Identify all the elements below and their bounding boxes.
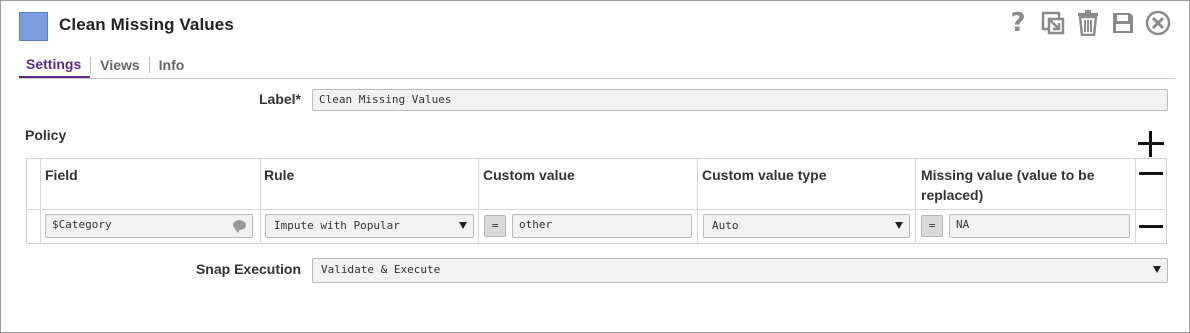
policy-section-title: Policy (25, 127, 67, 143)
custom-value-type-value: Auto (712, 219, 739, 232)
missing-value-input[interactable]: NA (949, 214, 1130, 238)
remove-header-row-icon[interactable] (1139, 172, 1163, 175)
label-field-label: Label* (258, 91, 301, 107)
export-icon[interactable] (1040, 9, 1066, 37)
close-icon[interactable] (1145, 9, 1171, 37)
chevron-down-icon (895, 222, 903, 229)
tab-underline-rule (19, 78, 1175, 79)
column-divider (915, 159, 916, 243)
custom-value-input[interactable]: other (512, 214, 692, 238)
chevron-down-icon (459, 222, 467, 229)
column-divider (478, 159, 479, 243)
column-header-custom-value: Custom value (483, 167, 575, 183)
tab-bar: Settings Views Info (19, 56, 193, 78)
policy-table: Field Rule Custom value Custom value typ… (26, 158, 1167, 244)
column-header-missing-value: Missing value (value to be replaced) (921, 167, 1095, 203)
snap-settings-dialog: Clean Missing Values ? Settings Views In… (0, 0, 1190, 333)
label-input[interactable]: Clean Missing Values (312, 89, 1168, 111)
snap-execution-select[interactable]: Validate & Execute (312, 258, 1168, 283)
custom-value-type-select[interactable]: Auto (703, 214, 910, 238)
rule-select[interactable]: Impute with Popular (265, 214, 474, 238)
tab-settings[interactable]: Settings (19, 56, 91, 78)
dialog-title: Clean Missing Values (59, 15, 234, 34)
snap-type-icon (19, 12, 48, 41)
column-divider (697, 159, 698, 243)
column-header-custom-value-type: Custom value type (702, 167, 827, 183)
column-divider (40, 159, 41, 243)
snap-execution-label: Snap Execution (195, 261, 301, 277)
remove-row-icon[interactable] (1139, 225, 1163, 228)
column-header-field: Field (45, 167, 78, 183)
missing-value-expression-toggle[interactable]: = (921, 215, 943, 237)
header-row-divider (27, 209, 1166, 210)
dialog-toolbar: ? (1005, 9, 1171, 37)
column-divider (260, 159, 261, 243)
custom-value-expression-toggle[interactable]: = (484, 215, 506, 237)
trash-icon[interactable] (1075, 9, 1101, 37)
add-row-icon[interactable] (1138, 131, 1164, 157)
column-header-rule: Rule (264, 167, 295, 183)
field-value: $Category (52, 218, 112, 231)
column-divider (1135, 159, 1136, 243)
comment-bubble-icon[interactable] (233, 220, 246, 233)
snap-execution-value: Validate & Execute (321, 263, 441, 276)
rule-value: Impute with Popular (274, 219, 400, 232)
chevron-down-icon (1153, 266, 1161, 273)
tab-info[interactable]: Info (150, 57, 194, 77)
save-icon[interactable] (1110, 9, 1136, 37)
field-input[interactable]: $Category (45, 214, 253, 238)
help-icon[interactable]: ? (1005, 9, 1031, 37)
tab-views[interactable]: Views (91, 57, 148, 77)
